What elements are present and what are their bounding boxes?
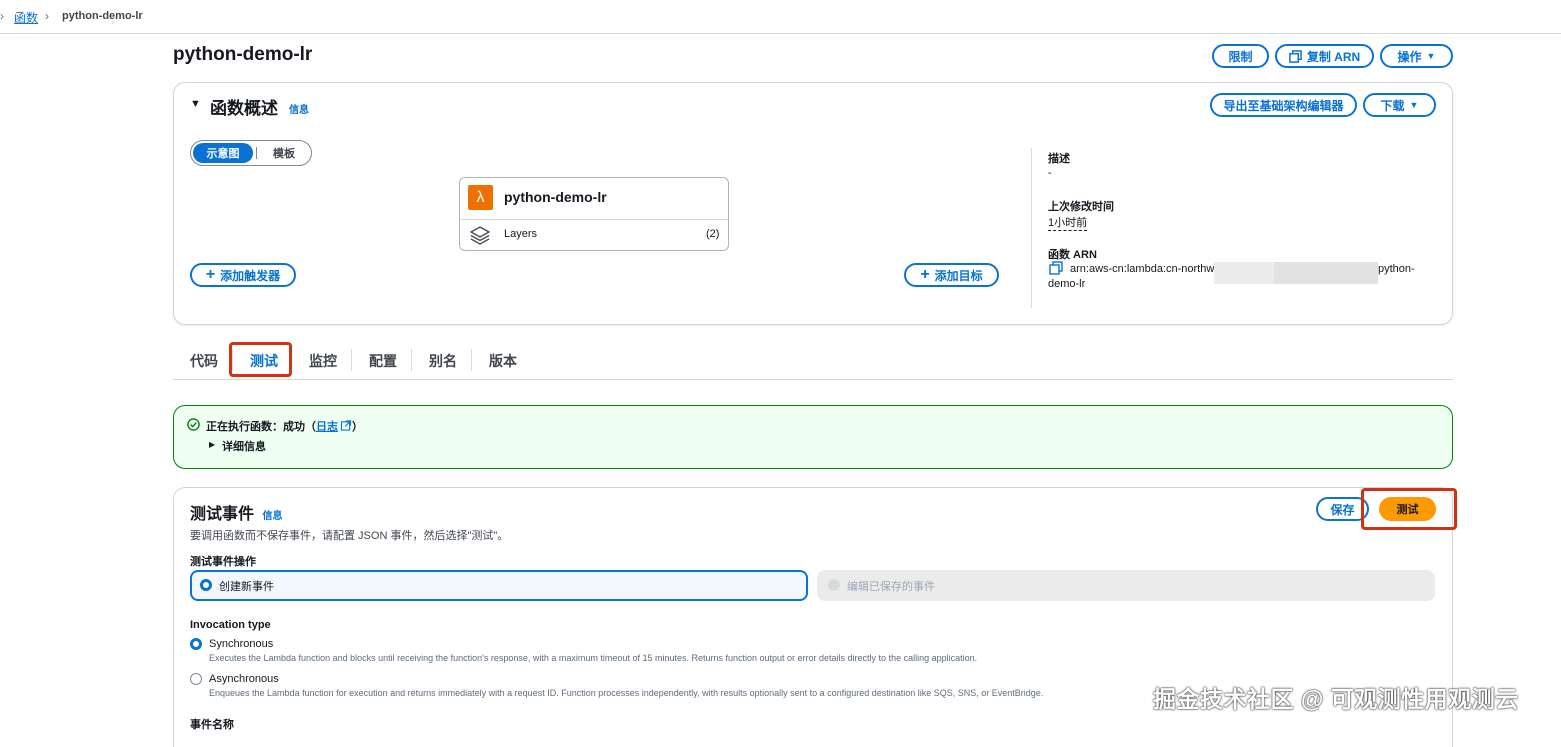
download-dropdown[interactable]: 下载 ▼ xyxy=(1363,93,1436,117)
arn-value-start: arn:aws-cn:lambda:cn-northw xyxy=(1070,263,1215,275)
event-name-label: 事件名称 xyxy=(190,719,234,731)
save-label: 保存 xyxy=(1330,502,1355,517)
details-toggle[interactable]: 详细信息 xyxy=(222,438,266,454)
chevron-right-icon: › xyxy=(45,9,49,23)
function-card-name: python-demo-lr xyxy=(504,189,607,205)
execution-success-alert xyxy=(173,405,1453,469)
tab-code[interactable]: 代码 xyxy=(190,351,218,371)
log-link[interactable]: 日志 xyxy=(316,421,338,433)
alert-suffix: ） xyxy=(352,421,363,433)
overview-title: 函数概述 xyxy=(210,99,278,118)
copy-icon[interactable] xyxy=(1049,261,1063,275)
test-event-title: 测试事件 信息 xyxy=(190,500,282,524)
test-button-highlight xyxy=(1361,488,1457,530)
overview-info-link[interactable]: 信息 xyxy=(289,101,309,116)
tab-monitor[interactable]: 监控 xyxy=(309,351,337,371)
download-label: 下载 xyxy=(1380,98,1405,113)
breadcrumb-current: python-demo-lr xyxy=(62,10,143,22)
arn-value-end: python- xyxy=(1378,263,1415,275)
tab-aliases[interactable]: 别名 xyxy=(429,351,457,371)
synchronous-label: Synchronous xyxy=(209,638,274,650)
expand-triangle-icon[interactable]: ▶ xyxy=(209,440,215,449)
alert-prefix: 正在执行函数：成功（ xyxy=(206,421,316,433)
chevron-right-icon: › xyxy=(0,9,4,23)
test-event-action-label: 测试事件操作 xyxy=(190,556,256,568)
add-destination-button[interactable]: + 添加目标 xyxy=(904,263,999,287)
tab-divider xyxy=(471,349,472,371)
limit-button[interactable]: 限制 xyxy=(1212,44,1269,68)
radio-selected[interactable] xyxy=(200,579,212,591)
description-label: 描述 xyxy=(1048,153,1070,165)
last-modified-label: 上次修改时间 xyxy=(1048,201,1114,213)
lambda-icon: λ xyxy=(468,185,493,210)
tab-configuration[interactable]: 配置 xyxy=(369,351,397,371)
tabs-underline xyxy=(173,379,1453,380)
tab-versions[interactable]: 版本 xyxy=(489,351,517,371)
view-toggle-template[interactable]: 模板 xyxy=(262,143,306,163)
caret-down-icon: ▼ xyxy=(1409,100,1419,110)
redaction-mask xyxy=(1274,262,1378,284)
copy-arn-label: 复制 ARN xyxy=(1306,49,1361,64)
add-trigger-label: 添加触发器 xyxy=(220,268,281,283)
last-modified-value: 1小时前 xyxy=(1048,214,1088,231)
export-infra-composer-button[interactable]: 导出至基础架构编辑器 xyxy=(1210,93,1357,117)
layers-count: (2) xyxy=(706,228,720,240)
limit-button-label: 限制 xyxy=(1228,49,1253,64)
test-event-description: 要调用函数而不保存事件，请配置 JSON 事件，然后选择"测试"。 xyxy=(190,530,509,542)
edit-saved-event-label: 编辑已保存的事件 xyxy=(847,581,935,593)
invocation-type-label: Invocation type xyxy=(190,619,271,631)
overview-divider xyxy=(1031,148,1032,308)
tab-divider xyxy=(351,349,352,371)
watermark: 掘金技术社区 @ 可观测性用观测云 xyxy=(1153,686,1519,712)
actions-label: 操作 xyxy=(1397,49,1422,64)
radio-asynchronous[interactable] xyxy=(190,673,202,685)
function-overview-panel xyxy=(173,82,1453,325)
caret-down-icon: ▼ xyxy=(1426,51,1436,61)
plus-icon: + xyxy=(920,266,930,283)
test-tab-highlight xyxy=(229,342,292,377)
radio-synchronous[interactable] xyxy=(190,638,202,650)
copy-icon xyxy=(1289,49,1302,63)
asynchronous-label: Asynchronous xyxy=(209,673,279,685)
arn-value-tail: demo-lr xyxy=(1048,278,1086,290)
card-divider xyxy=(460,219,728,220)
alert-message: 正在执行函数：成功（日志 ） xyxy=(206,418,363,434)
plus-icon: + xyxy=(205,266,216,283)
redaction-mask xyxy=(1214,262,1274,284)
add-trigger-button[interactable]: + 添加触发器 xyxy=(190,263,296,287)
check-circle-icon xyxy=(187,418,200,431)
test-event-info-link[interactable]: 信息 xyxy=(262,511,282,522)
collapse-triangle-icon[interactable]: ▼ xyxy=(190,98,201,110)
actions-dropdown[interactable]: 操作 ▼ xyxy=(1380,44,1453,68)
page-title: python-demo-lr xyxy=(173,44,313,65)
view-toggle-diagram[interactable]: 示意图 xyxy=(193,143,253,163)
asynchronous-description: Enqueues the Lambda function for executi… xyxy=(209,688,1044,698)
export-label: 导出至基础架构编辑器 xyxy=(1223,98,1344,113)
create-new-event-label: 创建新事件 xyxy=(219,581,274,593)
external-link-icon[interactable] xyxy=(340,420,352,431)
layers-icon xyxy=(469,226,491,245)
add-destination-label: 添加目标 xyxy=(934,268,983,283)
copy-arn-button[interactable]: 复制 ARN xyxy=(1275,44,1374,68)
toggle-divider xyxy=(256,147,257,159)
layers-label[interactable]: Layers xyxy=(504,228,537,240)
test-event-title-text: 测试事件 xyxy=(190,506,255,523)
synchronous-description: Executes the Lambda function and blocks … xyxy=(209,653,978,663)
breadcrumb-functions-link[interactable]: 函数 xyxy=(14,9,38,26)
radio-disabled xyxy=(828,579,840,591)
tab-divider xyxy=(411,349,412,371)
description-value: - xyxy=(1048,167,1052,179)
breadcrumb xyxy=(0,0,1561,34)
function-arn-label: 函数 ARN xyxy=(1048,249,1097,261)
create-new-event-tile[interactable] xyxy=(190,570,808,601)
